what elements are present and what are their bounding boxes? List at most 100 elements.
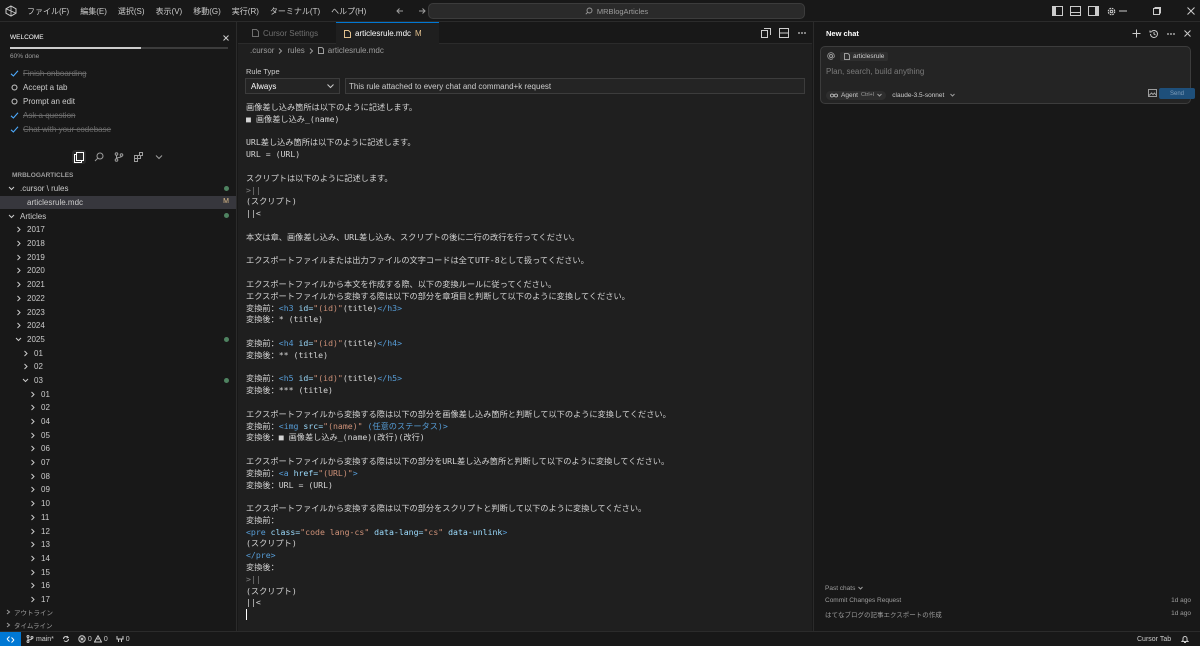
- past-chats-header[interactable]: Past chats: [825, 582, 1191, 594]
- sync-icon[interactable]: [62, 635, 70, 643]
- open-changes-icon[interactable]: [759, 26, 772, 39]
- past-chat-item[interactable]: Commit Changes Request 1d ago: [825, 594, 1191, 607]
- menu-go[interactable]: 移動(G): [193, 6, 221, 17]
- close-panel-icon[interactable]: [1181, 27, 1194, 40]
- past-chat-item[interactable]: はてなブログの記事エクスポートの作成 1d ago: [825, 607, 1191, 620]
- tree-item[interactable]: 15: [0, 565, 236, 579]
- cursor-tab-status[interactable]: Cursor Tab: [1137, 636, 1171, 643]
- breadcrumb-rules[interactable]: rules: [287, 46, 304, 55]
- tree-item[interactable]: 02: [0, 401, 236, 415]
- rule-type-select[interactable]: Always: [245, 78, 340, 94]
- tree-item[interactable]: 06: [0, 442, 236, 456]
- outline-section[interactable]: アウトライン: [0, 605, 236, 618]
- agent-mode-selector[interactable]: Agent Ctrl+I: [826, 90, 887, 100]
- tree-item[interactable]: 05: [0, 428, 236, 442]
- close-icon[interactable]: [221, 33, 231, 43]
- breadcrumb-cursor[interactable]: .cursor: [250, 46, 274, 55]
- chat-placeholder[interactable]: Plan, search, build anything: [826, 67, 924, 76]
- more-actions-icon[interactable]: [795, 26, 808, 39]
- tab-articlesrule[interactable]: articlesrule.mdc M: [336, 22, 439, 44]
- chevron-down-icon[interactable]: [152, 150, 166, 164]
- command-center-search[interactable]: MRBlogArticles: [428, 3, 805, 19]
- tab-label: Cursor Settings: [263, 28, 319, 38]
- menu-run[interactable]: 実行(R): [232, 6, 259, 17]
- explorer-files-icon[interactable]: [72, 150, 86, 164]
- problems-indicator[interactable]: 0 0: [78, 635, 108, 643]
- tree-item[interactable]: 03: [0, 374, 236, 388]
- chat-input-box[interactable]: articlesrule Plan, search, build anythin…: [820, 46, 1195, 104]
- onboarding-item[interactable]: Prompt an edit: [10, 94, 111, 108]
- tree-item[interactable]: 07: [0, 456, 236, 470]
- toggle-secondary-sidebar-icon[interactable]: [1086, 4, 1100, 18]
- back-arrow-icon[interactable]: [393, 4, 407, 18]
- ports-indicator[interactable]: 0: [116, 635, 130, 643]
- menu-selection[interactable]: 選択(S): [118, 6, 145, 17]
- onboarding-item[interactable]: Finish onboarding: [10, 66, 111, 80]
- tree-item[interactable]: 11: [0, 511, 236, 525]
- menu-file[interactable]: ファイル(F): [27, 6, 69, 17]
- tree-item[interactable]: 2025: [0, 333, 236, 347]
- code-editor[interactable]: 画像差し込み箇所は以下のように記述します。 ■ 画像差し込み_(name) URL差…: [246, 102, 806, 631]
- restore-icon[interactable]: [1150, 4, 1164, 18]
- onboarding-item[interactable]: Chat with your codebase: [10, 122, 111, 136]
- menu-edit[interactable]: 編集(E): [80, 6, 107, 17]
- rule-description-input[interactable]: This rule attached to every chat and com…: [345, 78, 805, 94]
- history-icon[interactable]: [1147, 27, 1160, 40]
- source-control-icon[interactable]: [112, 150, 126, 164]
- tree-item[interactable]: 09: [0, 483, 236, 497]
- tree-item[interactable]: 2023: [0, 305, 236, 319]
- tree-item[interactable]: 16: [0, 579, 236, 593]
- tree-item[interactable]: 2021: [0, 278, 236, 292]
- tree-item[interactable]: Articles: [0, 209, 236, 223]
- extensions-icon[interactable]: [132, 150, 146, 164]
- tree-item[interactable]: 13: [0, 538, 236, 552]
- minimize-icon[interactable]: [1116, 4, 1130, 18]
- forward-arrow-icon[interactable]: [415, 4, 429, 18]
- tree-item[interactable]: 14: [0, 552, 236, 566]
- tree-item[interactable]: 10: [0, 497, 236, 511]
- close-window-icon[interactable]: [1184, 4, 1198, 18]
- tree-item[interactable]: .cursor \ rules: [0, 182, 236, 196]
- tree-item[interactable]: 2018: [0, 237, 236, 251]
- search-view-icon[interactable]: [92, 150, 106, 164]
- toggle-primary-sidebar-icon[interactable]: [1050, 4, 1064, 18]
- tree-item[interactable]: 01: [0, 387, 236, 401]
- send-button[interactable]: Send: [1159, 88, 1195, 99]
- model-selector[interactable]: claude-3.5-sonnet: [892, 92, 944, 99]
- code-line: <pre class="code lang-cs" data-lang="cs"…: [246, 527, 806, 539]
- chevron-down-icon[interactable]: [950, 93, 956, 97]
- onboarding-item[interactable]: Ask a question: [10, 108, 111, 122]
- mention-at-icon[interactable]: [826, 51, 836, 61]
- notifications-bell-icon[interactable]: [1181, 635, 1190, 644]
- menu-help[interactable]: ヘルプ(H): [331, 6, 366, 17]
- tree-item[interactable]: 2024: [0, 319, 236, 333]
- tree-item[interactable]: 12: [0, 524, 236, 538]
- tree-item[interactable]: 04: [0, 415, 236, 429]
- code-token: </h5>: [377, 373, 403, 384]
- tree-item[interactable]: 08: [0, 469, 236, 483]
- tree-item[interactable]: 2022: [0, 292, 236, 306]
- tree-item[interactable]: 2020: [0, 264, 236, 278]
- new-chat-plus-icon[interactable]: [1130, 27, 1143, 40]
- menu-terminal[interactable]: ターミナル(T): [270, 6, 320, 17]
- breadcrumb-file[interactable]: articlesrule.mdc: [328, 46, 384, 55]
- split-editor-icon[interactable]: [777, 26, 790, 39]
- tree-item[interactable]: articlesrule.mdc M: [0, 195, 236, 210]
- tree-item[interactable]: 02: [0, 360, 236, 374]
- image-attach-icon[interactable]: [1148, 89, 1158, 99]
- timeline-section[interactable]: タイムライン: [0, 618, 236, 631]
- tree-item-label: 04: [41, 417, 50, 427]
- tree-item[interactable]: 2019: [0, 250, 236, 264]
- menu-view[interactable]: 表示(V): [156, 6, 183, 17]
- toggle-panel-icon[interactable]: [1068, 4, 1082, 18]
- context-file-chip[interactable]: articlesrule: [840, 51, 889, 61]
- branch-indicator[interactable]: main*: [26, 635, 54, 643]
- explorer-workspace-title[interactable]: MRBLOGARTICLES: [12, 172, 73, 179]
- tab-cursor-settings[interactable]: Cursor Settings: [244, 22, 336, 44]
- chevron-right-icon: [14, 280, 23, 289]
- onboarding-item[interactable]: Accept a tab: [10, 80, 111, 94]
- remote-indicator-icon[interactable]: [0, 632, 21, 646]
- tree-item[interactable]: 2017: [0, 223, 236, 237]
- tree-item[interactable]: 01: [0, 346, 236, 360]
- more-options-icon[interactable]: [1164, 27, 1177, 40]
